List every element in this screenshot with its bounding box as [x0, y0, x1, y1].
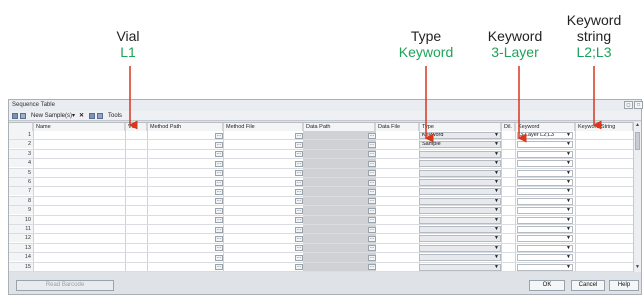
callout-arrows [128, 66, 602, 143]
